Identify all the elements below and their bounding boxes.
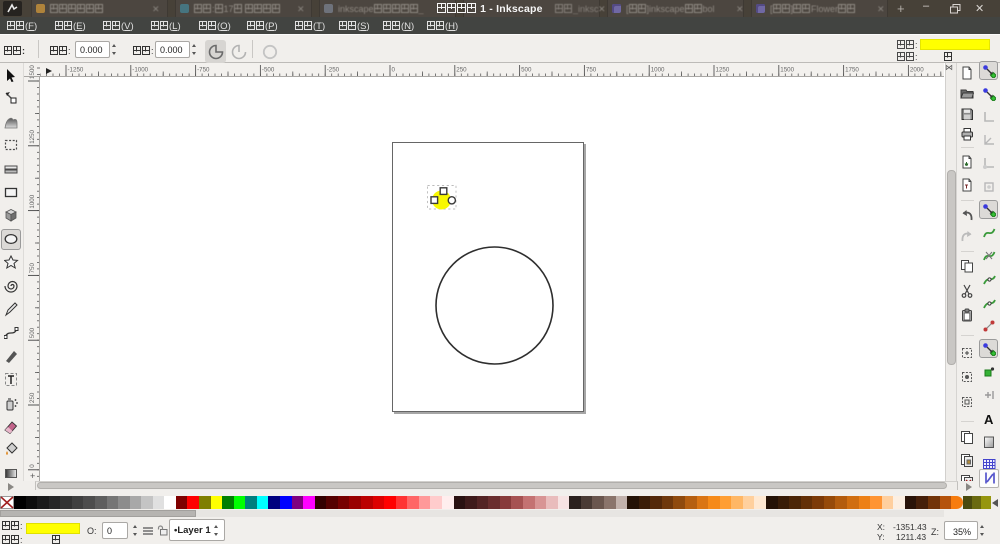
svg-text:-1250: -1250 xyxy=(68,67,84,74)
svg-text:250: 250 xyxy=(29,392,36,403)
svg-text:750: 750 xyxy=(29,263,36,274)
svg-text:500: 500 xyxy=(521,67,532,74)
svg-text:-500: -500 xyxy=(262,67,275,74)
svg-text:0: 0 xyxy=(29,464,36,468)
svg-text:1000: 1000 xyxy=(29,194,36,208)
svg-text:750: 750 xyxy=(586,67,597,74)
svg-text:-750: -750 xyxy=(197,67,210,74)
svg-text:1500: 1500 xyxy=(29,65,36,79)
svg-text:2000: 2000 xyxy=(910,67,924,74)
svg-text:500: 500 xyxy=(29,327,36,338)
svg-text:-1000: -1000 xyxy=(132,67,148,74)
svg-text:-250: -250 xyxy=(327,67,340,74)
svg-text:0: 0 xyxy=(392,67,396,74)
svg-text:1000: 1000 xyxy=(651,67,665,74)
svg-text:A: A xyxy=(984,412,994,426)
svg-text:1750: 1750 xyxy=(845,67,859,74)
svg-text:1250: 1250 xyxy=(29,129,36,143)
svg-text:1250: 1250 xyxy=(716,67,730,74)
svg-text:250: 250 xyxy=(456,67,467,74)
svg-text:1500: 1500 xyxy=(780,67,794,74)
